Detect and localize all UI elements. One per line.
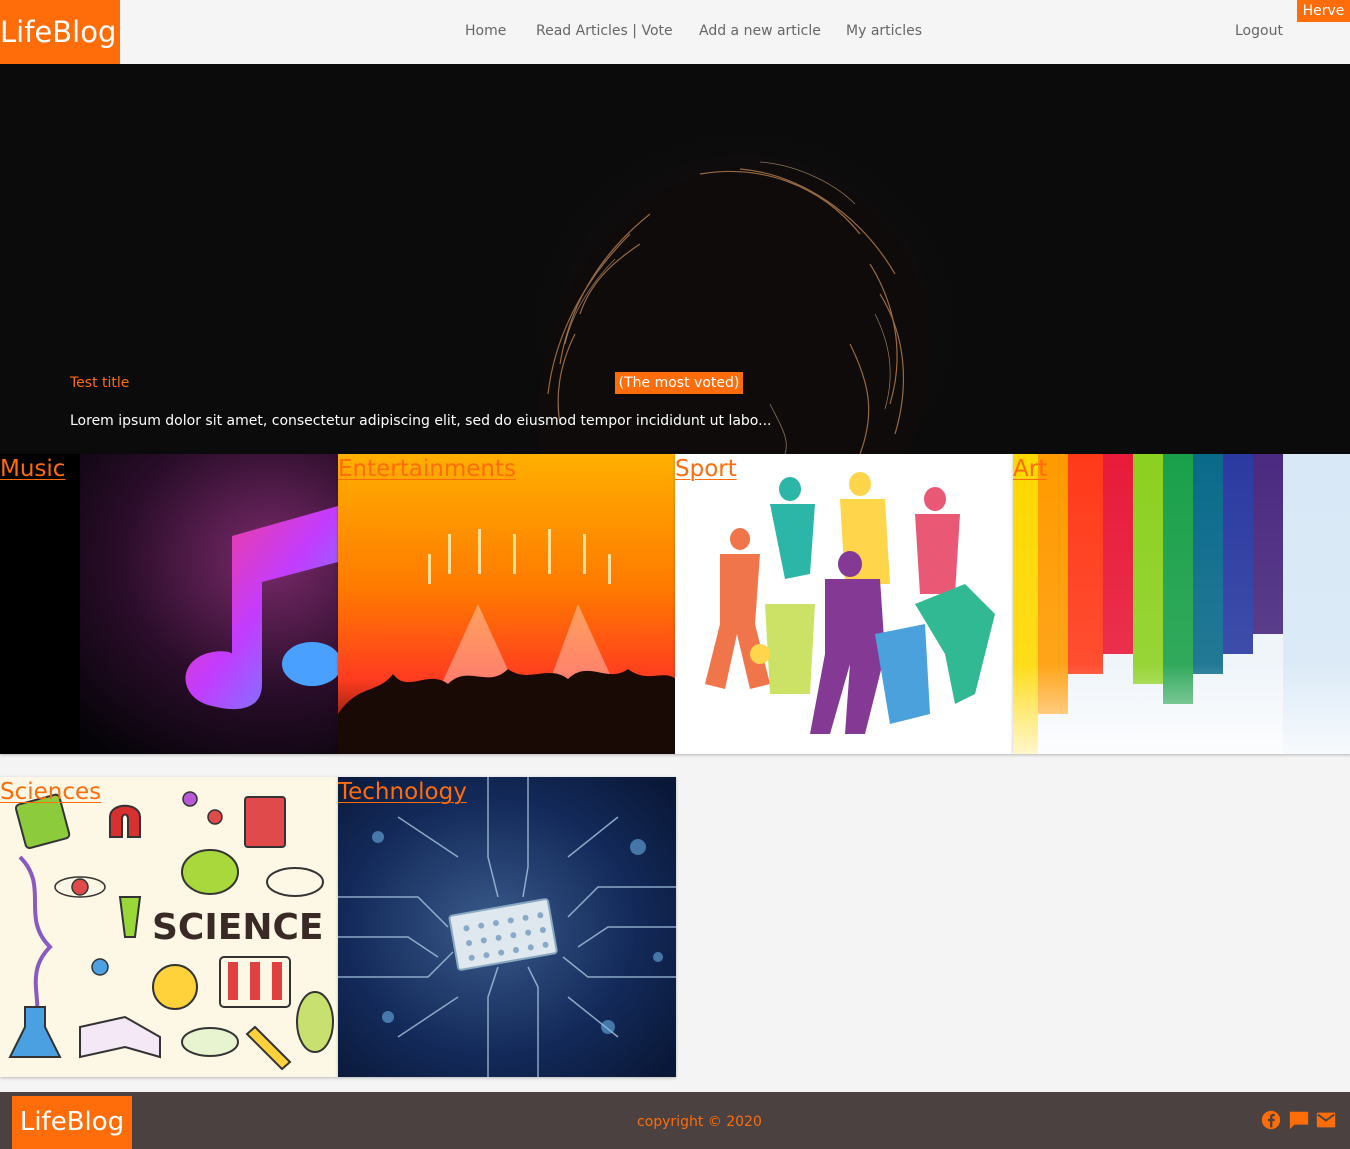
technology-image <box>338 777 676 1077</box>
category-label-sciences[interactable]: Sciences <box>0 779 101 805</box>
hero-article-title[interactable]: Test title <box>70 375 129 391</box>
logout-link[interactable]: Logout <box>1235 23 1283 39</box>
category-tile-music[interactable]: Music <box>0 454 338 754</box>
copyright-text: copyright © 2020 <box>637 1114 762 1130</box>
most-voted-badge: (The most voted) <box>615 372 743 394</box>
facebook-icon[interactable] <box>1260 1109 1282 1131</box>
brand-logo[interactable]: LifeBlog <box>0 0 120 64</box>
featured-article-hero[interactable]: Test title (The most voted) Lorem ipsum … <box>0 64 1350 454</box>
category-label-art[interactable]: Art <box>1013 456 1047 482</box>
concert-image <box>338 454 676 754</box>
footer-brand-logo[interactable]: LifeBlog <box>12 1096 132 1149</box>
nav-read-articles-link[interactable]: Read Articles | Vote <box>536 23 673 39</box>
category-label-entertainments[interactable]: Entertainments <box>338 456 516 482</box>
footer: LifeBlog copyright © 2020 <box>0 1092 1350 1149</box>
nav-my-articles-link[interactable]: My articles <box>846 23 922 39</box>
category-tile-sciences[interactable]: SCIENCE Sciences <box>0 777 338 1077</box>
art-image <box>1013 454 1350 754</box>
nav-home-link[interactable]: Home <box>465 23 506 39</box>
top-navbar: LifeBlog Home Read Articles | Vote Add a… <box>0 0 1350 64</box>
chat-icon[interactable] <box>1288 1109 1310 1131</box>
mail-icon[interactable] <box>1315 1109 1337 1131</box>
hero-article-excerpt: Lorem ipsum dolor sit amet, consectetur … <box>70 413 772 429</box>
category-label-technology[interactable]: Technology <box>338 779 467 805</box>
hero-image <box>525 124 965 454</box>
sport-image <box>675 454 1013 754</box>
science-word: SCIENCE <box>152 907 323 948</box>
nav-add-article-link[interactable]: Add a new article <box>699 23 821 39</box>
category-tile-entertainments[interactable]: Entertainments <box>338 454 676 754</box>
music-image <box>0 454 338 754</box>
user-badge[interactable]: Herve <box>1297 0 1350 22</box>
category-tile-technology[interactable]: Technology <box>338 777 676 1077</box>
science-image: SCIENCE <box>0 777 338 1077</box>
category-label-sport[interactable]: Sport <box>675 456 737 482</box>
category-tile-art[interactable]: Art <box>1013 454 1350 754</box>
category-tile-sport[interactable]: Sport <box>675 454 1013 754</box>
category-label-music[interactable]: Music <box>0 456 65 482</box>
